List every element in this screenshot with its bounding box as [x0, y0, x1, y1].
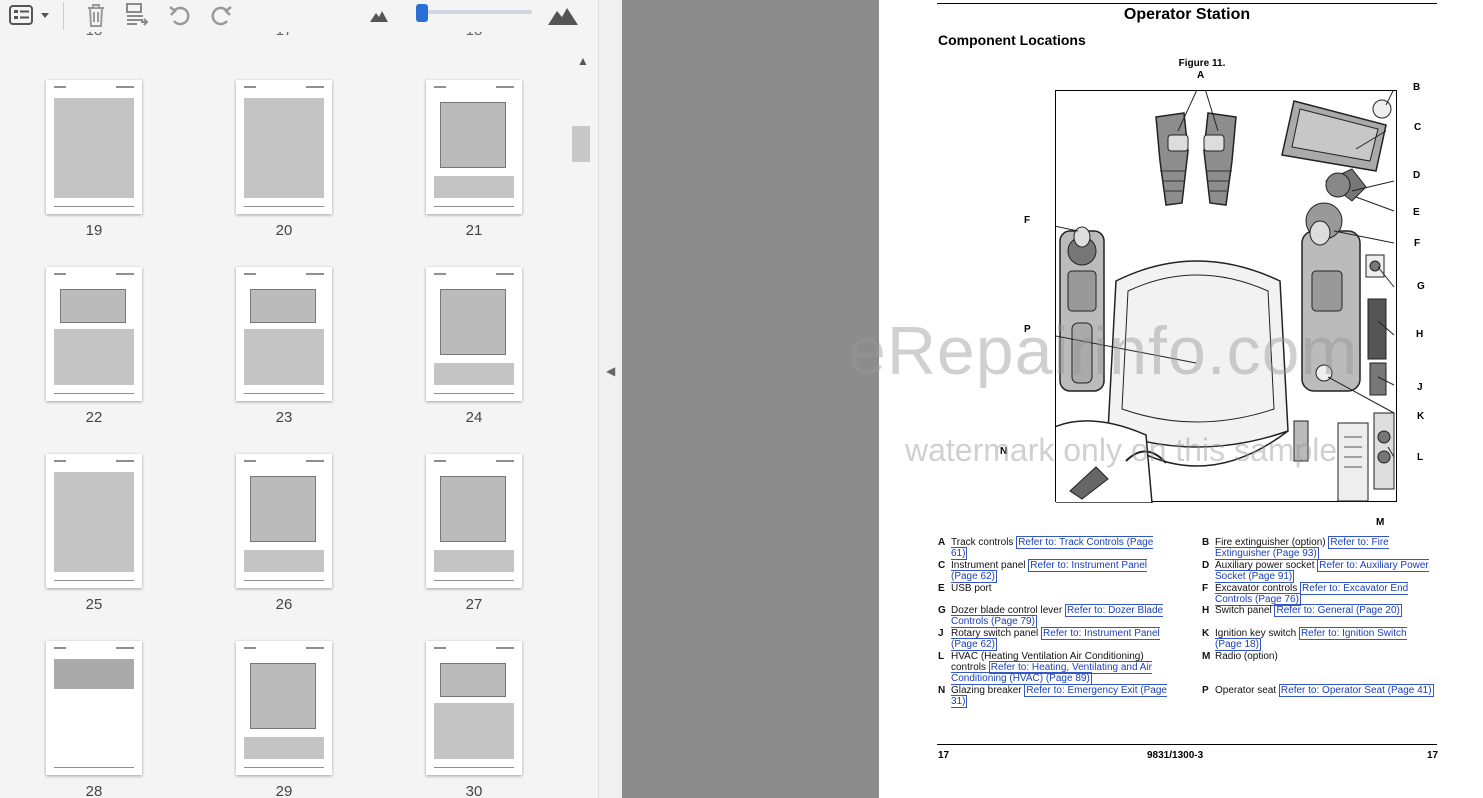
thumbnail-page-number: 24 — [465, 409, 483, 426]
toolbar — [0, 0, 598, 32]
zoom-out-mountain-icon[interactable] — [368, 3, 390, 27]
zoom-slider[interactable] — [420, 10, 532, 14]
cross-reference-link[interactable]: Refer to: Operator Seat (Page 41) — [1278, 684, 1434, 697]
scrollbar-thumb[interactable] — [572, 126, 590, 162]
page-thumbnail[interactable] — [46, 454, 142, 588]
legend-key: A — [938, 537, 946, 548]
section-title: Component Locations — [938, 32, 1086, 48]
footer-document-number: 9831/1300-3 — [1147, 750, 1204, 761]
thumbnail-scrollbar[interactable]: ▲ — [572, 48, 592, 798]
header-rule — [937, 3, 1437, 4]
document-background — [622, 0, 879, 798]
footer-page-left: 17 — [938, 750, 950, 761]
thumbnail-page-number: 26 — [275, 596, 293, 613]
thumbnail-page-number: 28 — [85, 783, 103, 798]
delete-icon[interactable] — [82, 3, 110, 27]
page-thumbnail[interactable] — [426, 454, 522, 588]
thumbnail-page-number: 21 — [465, 222, 483, 239]
thumbnail-page-number: 25 — [85, 596, 103, 613]
thumbnail-page-number: 20 — [275, 222, 293, 239]
page-thumbnail[interactable] — [46, 641, 142, 775]
watermark-subtext: watermark only on this sample — [905, 432, 1338, 468]
legend-key: L — [938, 651, 945, 662]
callout-g: G — [1417, 281, 1425, 292]
thumbnail-page-number: 29 — [275, 783, 293, 798]
callout-l: L — [1417, 452, 1424, 463]
page-thumbnail[interactable] — [236, 454, 332, 588]
callout-d: D — [1413, 170, 1421, 181]
footer-rule — [937, 744, 1437, 745]
callout-e: E — [1413, 207, 1420, 218]
legend-key: M — [1202, 651, 1211, 662]
thumbnail-page-number: 19 — [85, 222, 103, 239]
figure-title: Figure 11. — [1178, 58, 1226, 69]
toolbar-separator — [63, 2, 64, 30]
legend-key: E — [938, 583, 945, 594]
legend-key: K — [1202, 628, 1210, 639]
page-thumbnail[interactable] — [426, 80, 522, 214]
legend-key: H — [1202, 605, 1210, 616]
extract-pages-icon[interactable] — [122, 3, 150, 27]
page-thumbnail-grid: 18 17 18 19 20 21 22 23 24 25 26 27 28 29 30 — [0, 32, 572, 798]
legend-text: Operator seat — [1215, 685, 1279, 696]
scroll-up-arrow-icon[interactable]: ▲ — [577, 54, 589, 68]
thumbnail-page-number: 27 — [465, 596, 483, 613]
callout-f-right: F — [1414, 238, 1421, 249]
callout-b: B — [1413, 82, 1421, 93]
undo-icon[interactable] — [166, 3, 194, 27]
legend-text: Switch panel — [1215, 605, 1275, 616]
callout-a: A — [1197, 70, 1205, 81]
page-title: Operator Station — [1123, 6, 1251, 23]
page-thumbnail[interactable] — [46, 267, 142, 401]
callout-j: J — [1417, 382, 1423, 393]
callout-h: H — [1416, 329, 1424, 340]
thumbnail-page-number: 23 — [275, 409, 293, 426]
page-thumbnail[interactable] — [46, 80, 142, 214]
legend-key: P — [1202, 685, 1209, 696]
legend-text: Radio (option) — [1215, 651, 1278, 662]
thumbnail-partial-label: 18 — [46, 32, 142, 39]
thumbnail-page-number: 30 — [465, 783, 483, 798]
footer-page-right: 17 — [1427, 750, 1439, 761]
thumbnail-panel: 18 17 18 19 20 21 22 23 24 25 26 27 28 29 30 ▲ — [0, 0, 598, 798]
legend-key: C — [938, 560, 946, 571]
legend-key: F — [1202, 583, 1209, 594]
document-page: Operator Station Component Locations Fig… — [879, 0, 1483, 798]
watermark-text: eRepairinfo.com — [848, 313, 1359, 389]
page-thumbnail[interactable] — [426, 267, 522, 401]
page-thumbnail[interactable] — [236, 267, 332, 401]
cross-reference-link[interactable]: Refer to: General (Page 20) — [1274, 604, 1402, 617]
collapse-panel-arrow-icon[interactable]: ◀ — [606, 364, 615, 378]
legend-key: N — [938, 685, 946, 696]
legend-key: B — [1202, 537, 1210, 548]
callout-f-left: F — [1024, 215, 1031, 226]
legend-key: D — [1202, 560, 1210, 571]
legend-text: USB port — [951, 583, 992, 594]
panel-splitter[interactable]: ◀ — [598, 0, 622, 798]
zoom-in-mountain-icon[interactable] — [546, 3, 580, 27]
callout-c: C — [1414, 122, 1422, 133]
redo-icon[interactable] — [207, 3, 235, 27]
callout-k: K — [1417, 411, 1425, 422]
thumbnail-page-number: 22 — [85, 409, 103, 426]
legend-key: G — [938, 605, 946, 616]
page-thumbnail[interactable] — [236, 641, 332, 775]
thumbnail-options-icon[interactable] — [8, 3, 54, 27]
thumbnail-partial-label: 18 — [426, 32, 522, 39]
callout-m: M — [1376, 517, 1385, 528]
zoom-slider-thumb[interactable] — [416, 4, 428, 22]
legend-key: J — [938, 628, 944, 639]
page-thumbnail[interactable] — [236, 80, 332, 214]
page-thumbnail[interactable] — [426, 641, 522, 775]
thumbnail-partial-label: 17 — [236, 32, 332, 39]
